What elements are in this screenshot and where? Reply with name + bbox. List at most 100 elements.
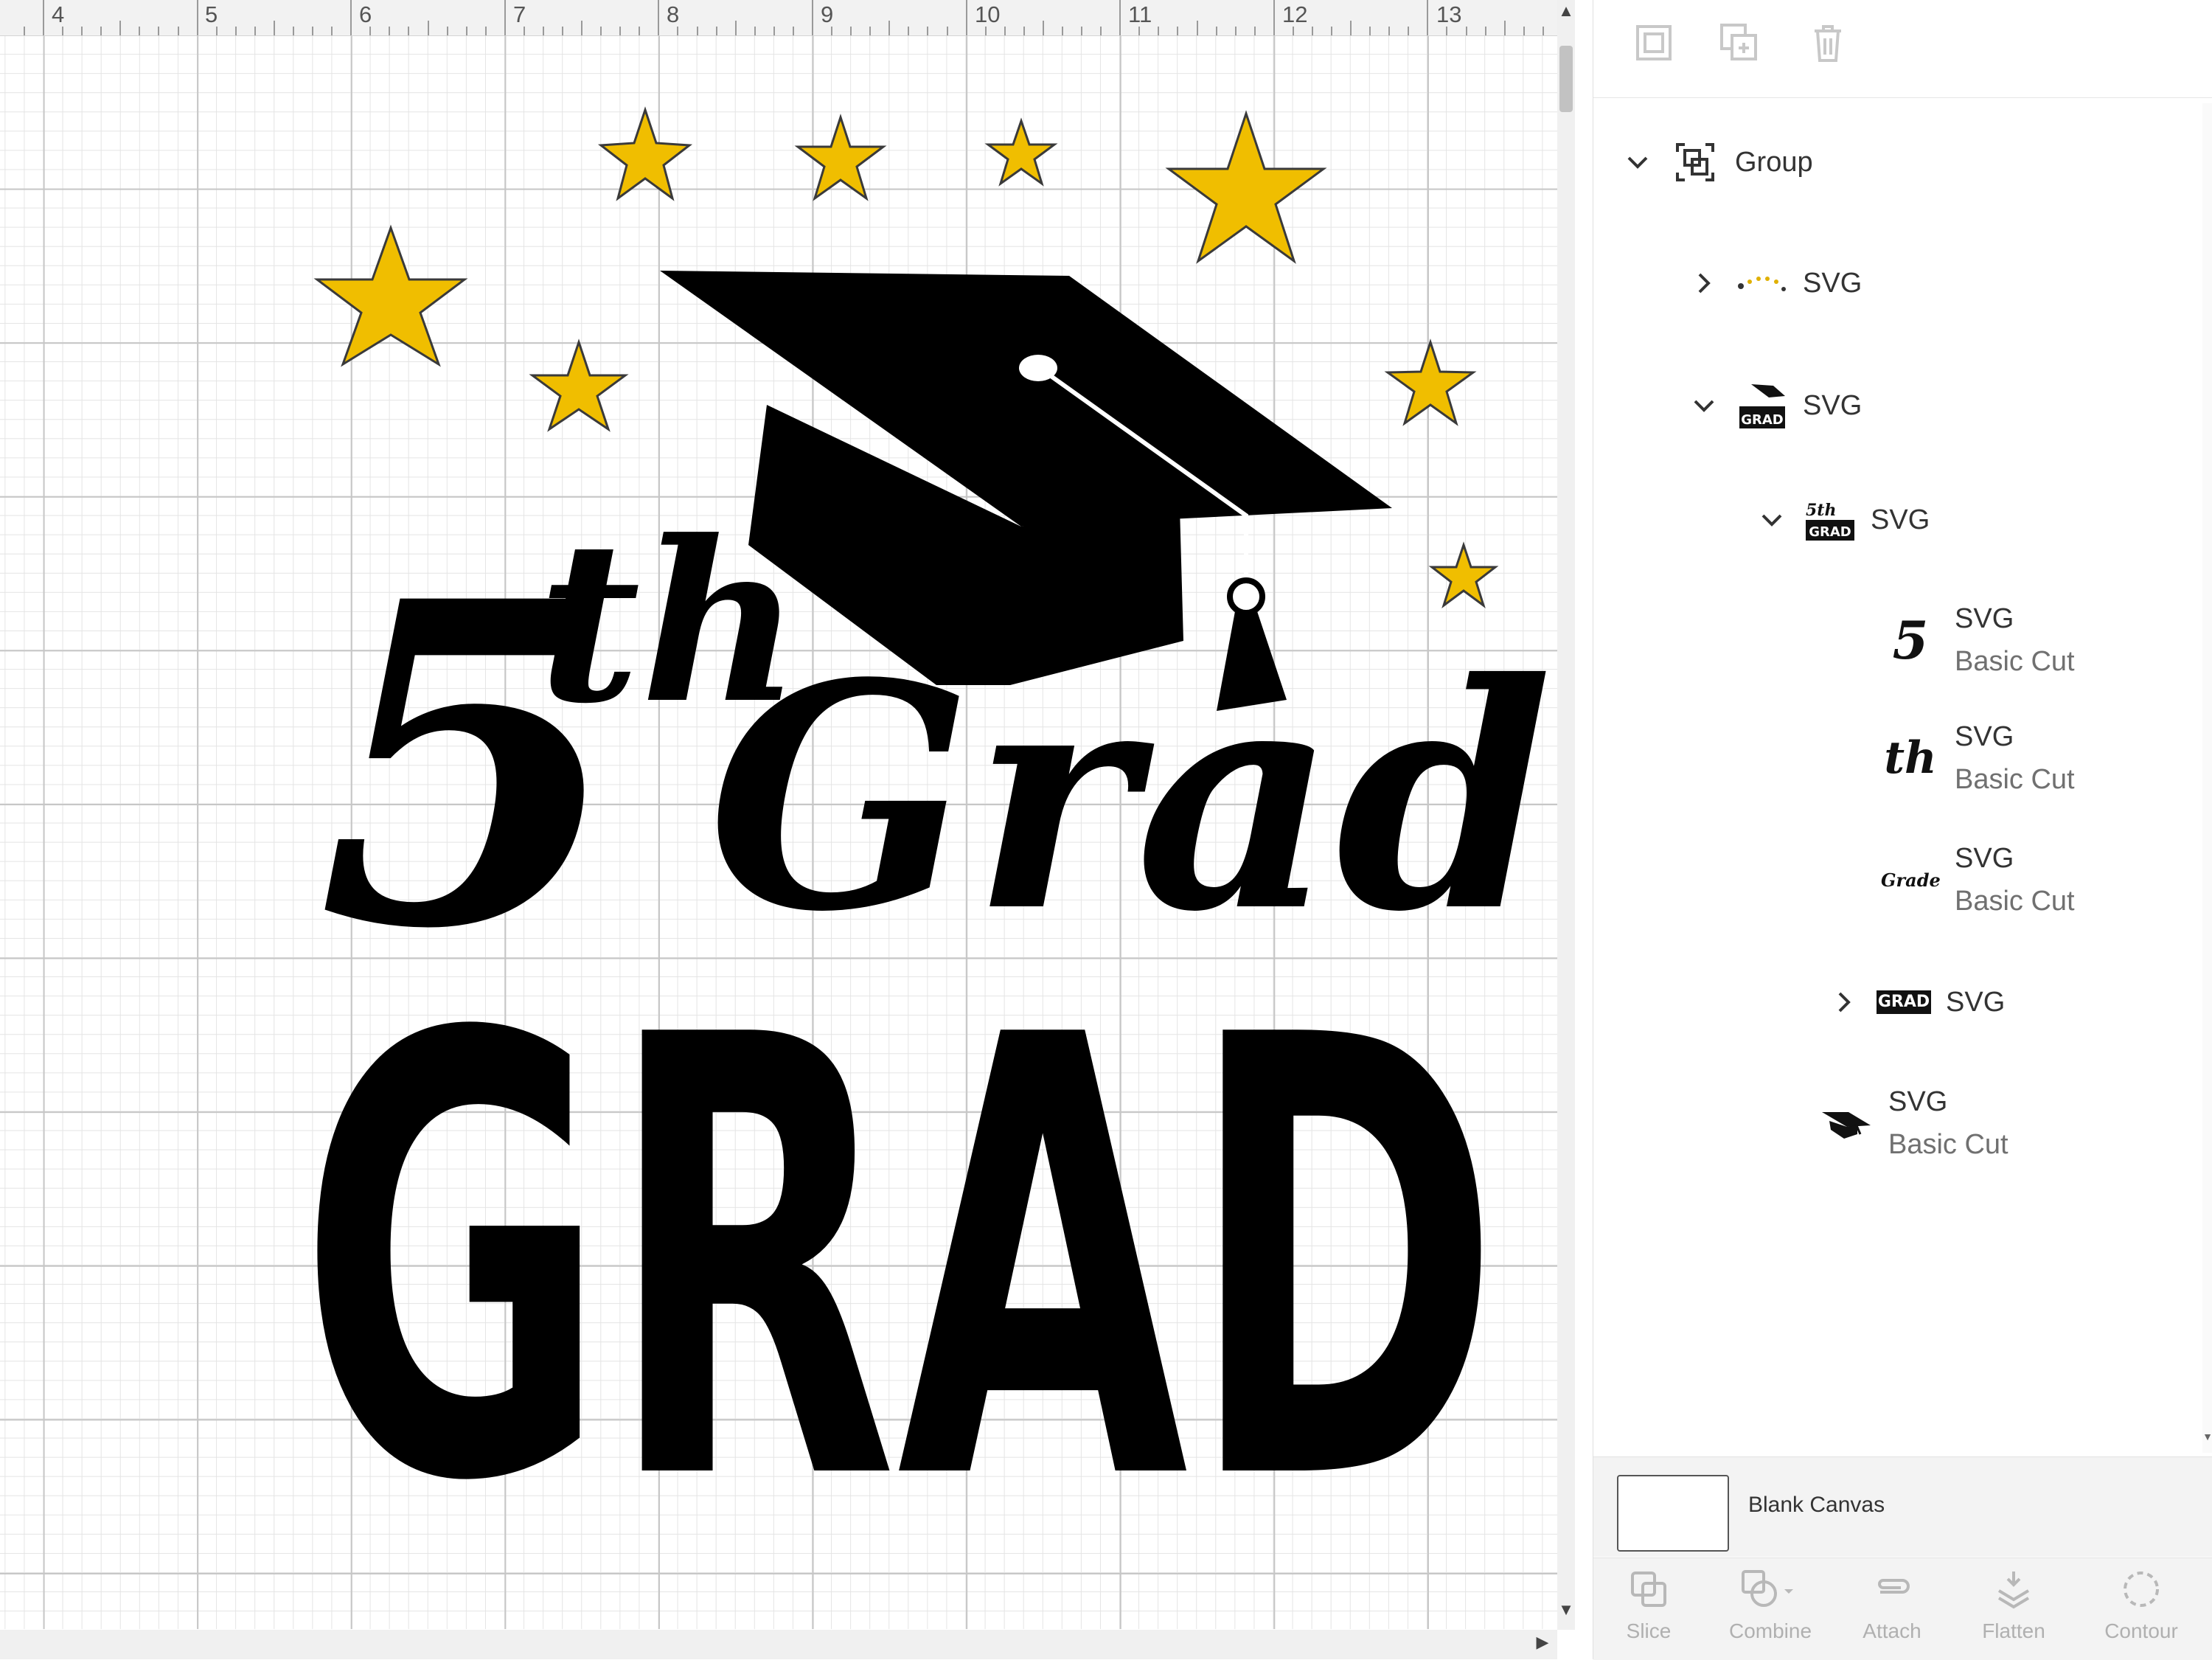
ruler-tick xyxy=(273,21,275,35)
ruler-tick xyxy=(254,27,256,35)
ruler-tick xyxy=(773,27,775,35)
design-text[interactable]: 5 th Grade GRAD xyxy=(299,492,1557,1614)
ruler-tick xyxy=(62,27,64,35)
ruler-tick xyxy=(81,27,83,35)
ruler-tick xyxy=(215,27,218,35)
chevron-right-icon[interactable] xyxy=(1689,268,1719,298)
scroll-down-icon[interactable]: ▼ xyxy=(1557,1600,1575,1619)
ruler-tick xyxy=(831,27,833,35)
ruler-tick xyxy=(1465,27,1467,35)
contour-button[interactable]: Contour xyxy=(2086,1567,2197,1643)
tool-label: Slice xyxy=(1626,1619,1672,1642)
star xyxy=(984,117,1058,187)
chevron-down-icon[interactable] xyxy=(1757,505,1787,535)
tool-label: Contour xyxy=(2104,1619,2178,1642)
scroll-right-icon[interactable]: ▶ xyxy=(1534,1633,1551,1652)
canvas-color-swatch[interactable] xyxy=(1617,1475,1729,1552)
ruler-tick xyxy=(1331,27,1333,35)
canvas-vertical-scrollbar[interactable]: ▲ ▼ xyxy=(1557,0,1575,1630)
svg-text:GRAD: GRAD xyxy=(1741,412,1784,428)
ruler-tick xyxy=(850,27,852,35)
layer-svg-text[interactable]: 5th GRAD SVG xyxy=(1757,498,1930,542)
tool-label: Flatten xyxy=(1982,1619,2045,1642)
ruler-tick xyxy=(465,27,467,35)
layer-svg-5[interactable]: 5 SVG Basic Cut xyxy=(1881,597,2075,683)
layers-scrollbar[interactable]: ▼ xyxy=(2202,103,2212,1453)
ruler-tick xyxy=(696,27,698,35)
ruler-tick xyxy=(619,27,622,35)
group-icon[interactable] xyxy=(1632,21,1676,65)
canvas-horizontal-scrollbar[interactable]: ▶ xyxy=(0,1630,1557,1659)
ruler-tick xyxy=(389,27,391,35)
chevron-down-icon[interactable] xyxy=(1623,147,1652,177)
flatten-button[interactable]: Flatten xyxy=(1958,1567,2069,1643)
layer-thumbnail-5: 5 xyxy=(1892,609,1929,671)
scroll-down-icon[interactable]: ▼ xyxy=(2202,1431,2212,1442)
star xyxy=(1428,541,1499,608)
chevron-right-icon[interactable] xyxy=(1829,987,1859,1017)
ruler-tick xyxy=(1061,27,1063,35)
layer-group[interactable]: Group xyxy=(1623,140,1813,184)
ruler-tick xyxy=(43,0,44,35)
layer-operation: Basic Cut xyxy=(1955,646,2075,677)
layer-svg-grade[interactable]: Grade SVG Basic Cut xyxy=(1881,837,2075,923)
blank-canvas-row[interactable]: Blank Canvas xyxy=(1593,1456,2212,1557)
layer-operation: Basic Cut xyxy=(1955,886,2075,917)
ruler-tick xyxy=(427,21,429,35)
ruler-tick xyxy=(754,27,756,35)
ruler-tick xyxy=(177,27,179,35)
layer-label: SVG xyxy=(1803,390,1863,421)
ruler-tick xyxy=(312,27,314,35)
ruler-tick xyxy=(1446,27,1448,35)
layer-svg-stars[interactable]: SVG xyxy=(1689,262,1862,305)
ruler-tick xyxy=(1196,21,1198,35)
layers-panel: Group SVG GRAD SVG 5th GRAD SVG 5 SVG Ba… xyxy=(1593,0,2212,1660)
ruler-tick xyxy=(1253,27,1256,35)
duplicate-icon[interactable] xyxy=(1717,21,1761,65)
delete-icon[interactable] xyxy=(1806,21,1850,65)
layer-label: SVG xyxy=(1888,1086,1948,1117)
ruler-tick xyxy=(658,0,660,35)
ruler-label: 9 xyxy=(821,1,834,27)
tassel-ring xyxy=(1227,577,1265,616)
ruler-label: 10 xyxy=(975,1,1001,27)
scroll-thumb[interactable] xyxy=(1559,46,1573,112)
attach-button[interactable]: Attach xyxy=(1837,1567,1947,1643)
ruler-tick xyxy=(158,27,160,35)
star xyxy=(313,224,468,367)
layer-svg-grad[interactable]: GRAD SVG xyxy=(1829,981,2005,1024)
ruler-tick xyxy=(1427,0,1429,35)
layer-svg-th[interactable]: th SVG Basic Cut xyxy=(1881,715,2074,801)
slice-button[interactable]: Slice xyxy=(1593,1567,1704,1643)
ruler-tick xyxy=(1273,0,1275,35)
ruler-tick xyxy=(1004,27,1006,35)
ruler-tick xyxy=(484,27,487,35)
ruler-tick xyxy=(1023,27,1025,35)
ruler-label: 11 xyxy=(1128,1,1152,27)
tool-label: Attach xyxy=(1863,1619,1921,1642)
ruler-tick xyxy=(965,0,967,35)
ruler-tick xyxy=(1542,27,1544,35)
design-canvas[interactable]: 5 th Grade GRAD xyxy=(0,36,1557,1629)
ruler-tick xyxy=(1484,27,1486,35)
layer-svg-main[interactable]: GRAD SVG xyxy=(1689,380,1862,431)
grad-thumbnail-icon: GRAD xyxy=(1739,384,1785,428)
chevron-down-icon[interactable] xyxy=(1689,391,1719,420)
combine-button[interactable]: Combine xyxy=(1715,1567,1826,1643)
ruler-label: 5 xyxy=(205,1,218,27)
grad-design[interactable]: 5 th Grade GRAD xyxy=(0,36,1557,1629)
ruler-tick xyxy=(1292,27,1294,35)
ruler-tick xyxy=(562,27,564,35)
ruler-tick xyxy=(888,21,891,35)
ruler-tick xyxy=(1523,27,1525,35)
ruler-tick xyxy=(1234,27,1237,35)
ruler-tick xyxy=(542,27,544,35)
ruler-tick xyxy=(1177,27,1179,35)
layer-label: SVG xyxy=(1955,603,2014,634)
layer-svg-cap[interactable]: SVG Basic Cut xyxy=(1815,1080,2008,1166)
svg-text:5th: 5th xyxy=(1806,501,1836,520)
ruler-tick xyxy=(1369,27,1371,35)
scroll-up-icon[interactable]: ▲ xyxy=(1557,1,1575,21)
text-thumbnail-icon: 5th GRAD xyxy=(1806,501,1854,541)
ruler-tick xyxy=(23,27,25,35)
